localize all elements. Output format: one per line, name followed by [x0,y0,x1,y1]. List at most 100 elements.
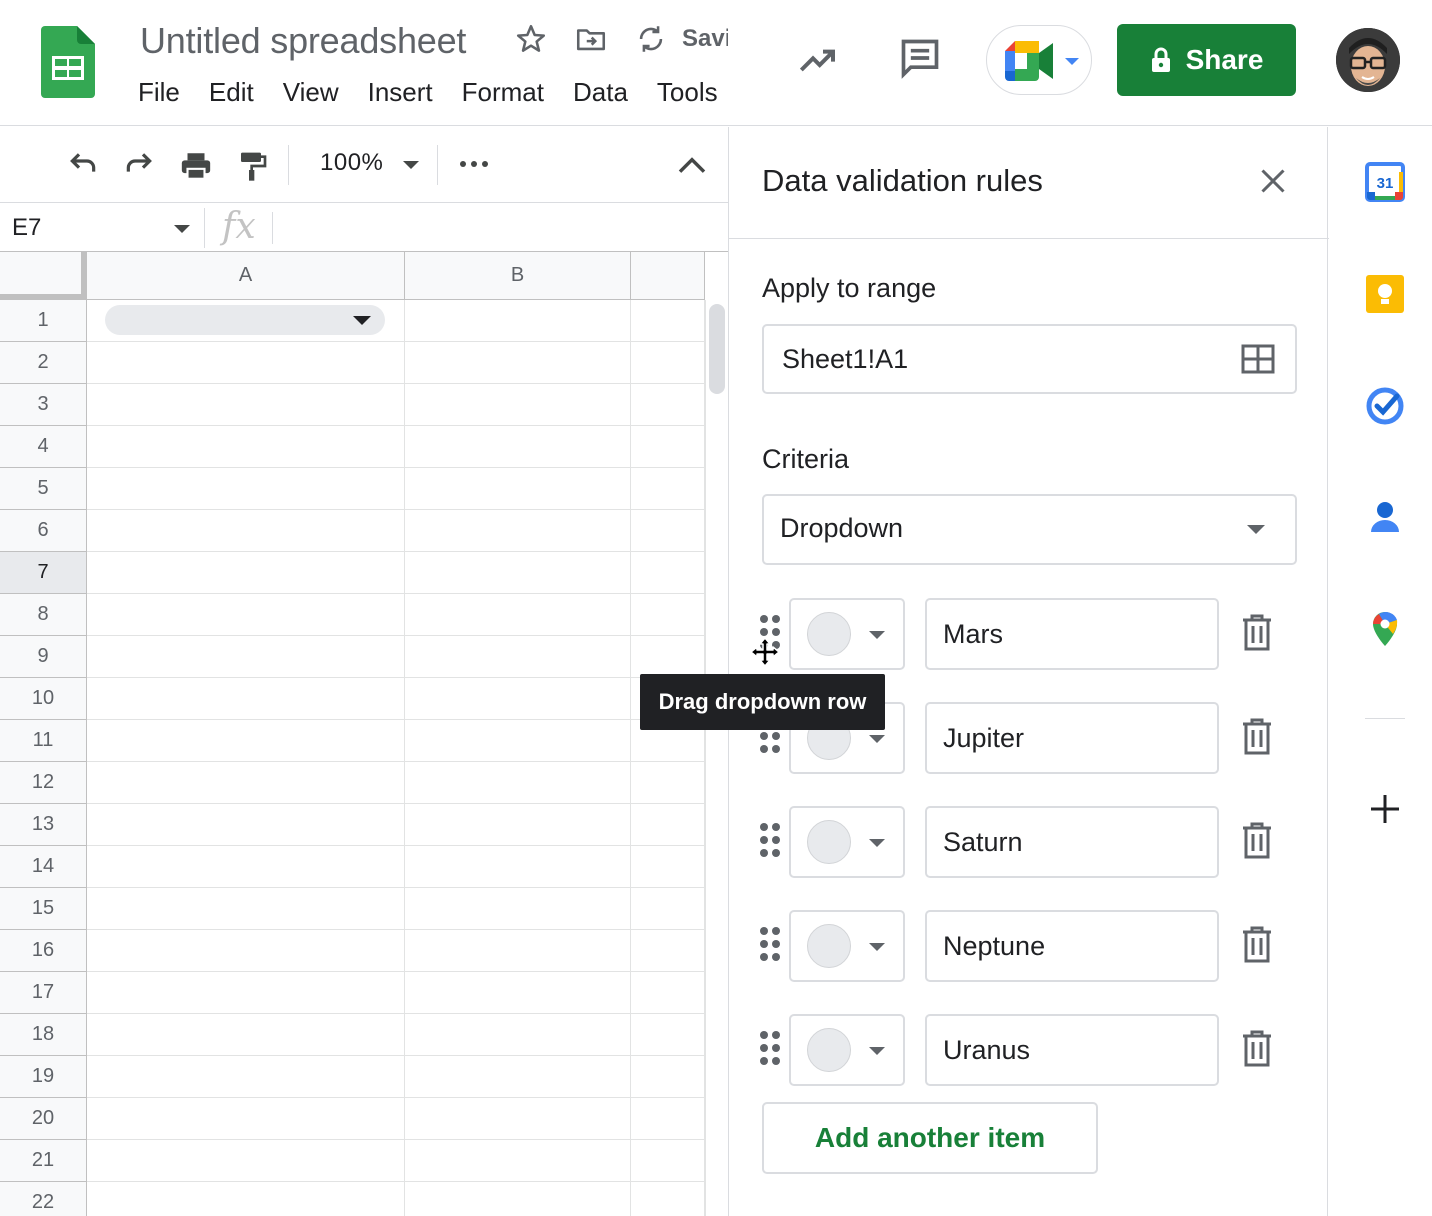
drag-handle-icon[interactable] [759,1030,781,1066]
row-header[interactable]: 19 [0,1056,87,1098]
row-header[interactable]: 4 [0,426,87,468]
grid-cell[interactable] [631,1182,705,1216]
grid-cell[interactable] [631,342,705,384]
cell-dropdown-chip[interactable] [105,305,385,335]
grid-cell[interactable] [631,846,705,888]
grid-cell[interactable] [405,1098,631,1140]
close-icon[interactable] [1255,163,1291,199]
row-header[interactable]: 15 [0,888,87,930]
column-header-a[interactable]: A [87,252,405,300]
grid-cell[interactable] [87,552,405,594]
move-to-folder-icon[interactable] [574,22,608,56]
name-box[interactable]: E7 [12,214,41,242]
row-header[interactable]: 18 [0,1014,87,1056]
grid-cell[interactable] [631,510,705,552]
row-header[interactable]: 22 [0,1182,87,1216]
grid-cell[interactable] [631,972,705,1014]
grid-cell[interactable] [87,1014,405,1056]
item-value-input[interactable]: Jupiter [925,702,1219,774]
grid-cell[interactable] [631,930,705,972]
grid-cell[interactable] [405,300,631,342]
menu-insert[interactable]: Insert [368,76,433,108]
grid-cell[interactable] [87,762,405,804]
menu-tools[interactable]: Tools [657,76,718,108]
grid-cell[interactable] [405,972,631,1014]
criteria-dropdown[interactable]: Dropdown [762,494,1297,565]
row-header[interactable]: 8 [0,594,87,636]
row-header[interactable]: 2 [0,342,87,384]
keep-icon[interactable] [1365,274,1405,314]
grid-cell[interactable] [87,1182,405,1216]
tasks-icon[interactable] [1365,386,1405,426]
trash-icon[interactable] [1241,718,1273,756]
drag-handle-icon[interactable] [759,926,781,962]
row-header[interactable]: 21 [0,1140,87,1182]
grid-cell[interactable] [405,846,631,888]
item-color-picker[interactable] [789,910,905,982]
menu-file[interactable]: File [138,76,180,108]
grid-cell[interactable] [405,1014,631,1056]
grid-cell[interactable] [631,1098,705,1140]
item-value-input[interactable]: Mars [925,598,1219,670]
grid-cell[interactable] [405,1056,631,1098]
item-color-picker[interactable] [789,598,905,670]
item-color-picker[interactable] [789,1014,905,1086]
grid-cell[interactable] [87,468,405,510]
add-another-item-button[interactable]: Add another item [762,1102,1098,1174]
grid-cell[interactable] [87,846,405,888]
column-header-b[interactable]: B [405,252,631,300]
grid-cell[interactable] [405,804,631,846]
redo-icon[interactable] [120,149,158,181]
grid-cell[interactable] [87,1140,405,1182]
grid-cell[interactable] [87,384,405,426]
grid-cell[interactable] [405,1182,631,1216]
row-header[interactable]: 16 [0,930,87,972]
grid-cell[interactable] [87,720,405,762]
select-range-grid-icon[interactable] [1241,344,1275,374]
menu-format[interactable]: Format [462,76,544,108]
grid-cell[interactable] [87,426,405,468]
contacts-icon[interactable] [1365,498,1405,538]
star-icon[interactable] [514,22,548,56]
row-header[interactable]: 14 [0,846,87,888]
grid-cell[interactable] [631,300,705,342]
zoom-dropdown-arrow-icon[interactable] [403,161,419,169]
grid-cell[interactable] [631,888,705,930]
sheets-logo-icon[interactable] [41,26,95,98]
column-header-c[interactable] [631,252,705,300]
trash-icon[interactable] [1241,614,1273,652]
grid-cell[interactable] [405,510,631,552]
grid-cell[interactable] [87,804,405,846]
row-header[interactable]: 6 [0,510,87,552]
grid-cell[interactable] [87,510,405,552]
grid-cell[interactable] [87,1056,405,1098]
add-icon[interactable] [1365,789,1405,829]
trash-icon[interactable] [1241,1030,1273,1068]
item-value-input[interactable]: Uranus [925,1014,1219,1086]
grid-cell[interactable] [405,762,631,804]
scrollbar-thumb[interactable] [709,304,725,394]
row-header[interactable]: 7 [0,552,87,594]
trash-icon[interactable] [1241,822,1273,860]
row-header[interactable]: 10 [0,678,87,720]
grid-cell[interactable] [87,300,405,342]
undo-icon[interactable] [64,149,102,181]
name-box-dropdown-icon[interactable] [174,225,190,233]
row-header[interactable]: 13 [0,804,87,846]
row-header[interactable]: 11 [0,720,87,762]
zoom-select[interactable]: 100% [320,149,383,177]
grid-cell[interactable] [631,468,705,510]
grid-cell[interactable] [405,636,631,678]
grid-cell[interactable] [631,804,705,846]
item-value-input[interactable]: Neptune [925,910,1219,982]
row-header[interactable]: 9 [0,636,87,678]
grid-cell[interactable] [631,762,705,804]
grid-cell[interactable] [631,1056,705,1098]
grid-cell[interactable] [405,384,631,426]
trash-icon[interactable] [1241,926,1273,964]
grid-cell[interactable] [405,342,631,384]
maps-icon[interactable] [1365,610,1405,650]
grid-cell[interactable] [405,468,631,510]
share-button[interactable]: Share [1117,24,1296,96]
row-header[interactable]: 1 [0,300,87,342]
